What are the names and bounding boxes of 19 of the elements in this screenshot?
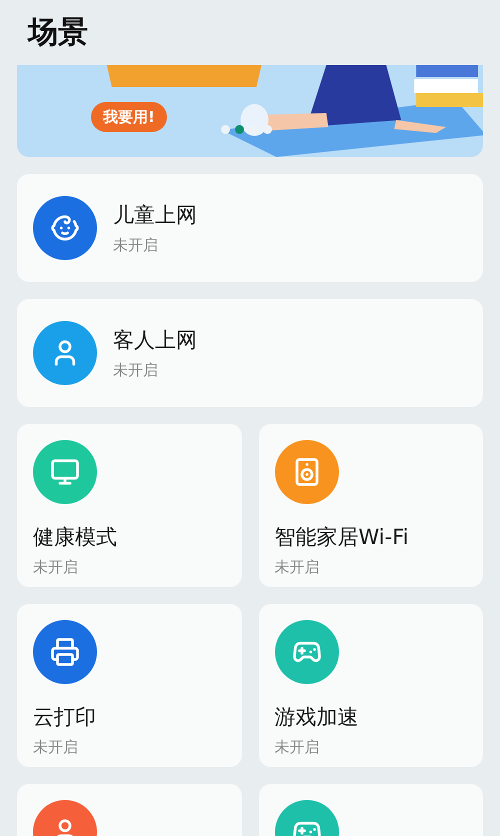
- scene-title: 儿童上网: [113, 202, 197, 228]
- scene-title: 智能家居Wi-Fi: [274, 524, 410, 550]
- scene-card[interactable]: 游戏加速 未开启: [258, 604, 483, 767]
- scene-title: 健康模式: [33, 524, 118, 550]
- scene-title: 客人上网: [113, 326, 197, 353]
- scene-card[interactable]: 儿童上网 未开启: [17, 174, 483, 282]
- scene-status: 未开启: [33, 738, 79, 757]
- scene-status: 未开启: [274, 738, 320, 757]
- scene-status: 未开启: [33, 558, 79, 577]
- scene-card[interactable]: 智能家居Wi-Fi 未开启: [258, 424, 483, 587]
- scene-card[interactable]: 云打印 未开启: [17, 604, 242, 767]
- scene-status: 未开启: [274, 558, 320, 577]
- scene-title: 游戏加速: [274, 704, 360, 730]
- scene-card[interactable]: 客人上网 未开启: [17, 299, 483, 407]
- scene-status: 未开启: [113, 236, 159, 254]
- scene-status: 未开启: [113, 360, 159, 380]
- page-title: 场景: [28, 14, 88, 52]
- scene-card[interactable]: 健康模式 未开启: [17, 424, 242, 587]
- scene-title: 云打印: [33, 704, 97, 730]
